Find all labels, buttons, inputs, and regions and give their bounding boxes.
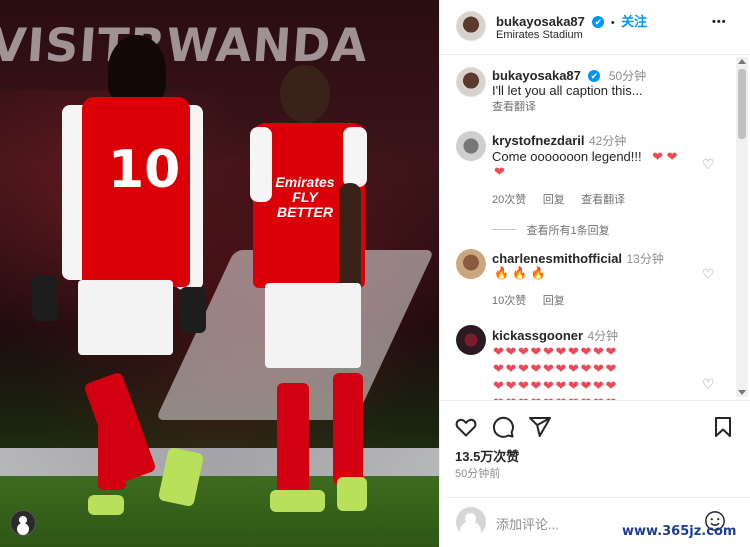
- comment-username[interactable]: krystofnezdaril: [492, 133, 584, 148]
- heart-emoji: ❤: [494, 164, 505, 179]
- player-hair: [108, 35, 166, 105]
- replies-line: [492, 229, 516, 231]
- scroll-up-icon[interactable]: [738, 59, 746, 64]
- comments-list[interactable]: bukayosaka87 ✔ 50分钟 I'll let you all cap…: [440, 55, 750, 400]
- user-tag-icon[interactable]: [10, 510, 36, 536]
- add-comment-bar: 添加评论...: [440, 497, 750, 547]
- player-7: Emirates FLY BETTER: [245, 65, 375, 520]
- view-replies[interactable]: 查看所有1条回复: [492, 221, 610, 239]
- hearts-row: ❤ ❤ ❤ ❤ ❤ ❤ ❤ ❤ ❤ ❤: [493, 378, 616, 393]
- player-sock: [333, 373, 363, 485]
- post-photo[interactable]: VISITRWANDA 10 Emirates FLY BETTER: [0, 0, 439, 547]
- comment-time: 4分钟: [587, 329, 619, 343]
- caption-avatar[interactable]: [456, 67, 486, 97]
- comment-likes[interactable]: 10次赞: [492, 295, 526, 307]
- fire-emoji: 🔥 🔥 🔥: [494, 266, 546, 280]
- watermark: www.365jz.com: [622, 524, 737, 539]
- player-boot: [88, 495, 124, 515]
- player-boot: [337, 477, 367, 511]
- comment-username[interactable]: kickassgooner: [492, 328, 583, 343]
- like-count[interactable]: 13.5万次赞: [455, 446, 519, 465]
- hearts-row: ❤ ❤ ❤ ❤ ❤ ❤ ❤ ❤ ❤ ❤: [493, 361, 616, 376]
- player-head: [280, 65, 330, 123]
- player-boot: [157, 446, 205, 508]
- player-10: 10: [32, 35, 215, 525]
- player-sock: [277, 383, 309, 493]
- comment-avatar[interactable]: [456, 131, 486, 161]
- heart-emoji: ❤ ❤: [652, 149, 678, 164]
- player-sleeve: [343, 127, 367, 187]
- save-icon[interactable]: [711, 415, 735, 439]
- shirt-number: 10: [108, 140, 181, 200]
- like-icon[interactable]: [454, 415, 478, 439]
- player-boot: [270, 490, 325, 512]
- caption-text: I'll let you all caption this...: [492, 83, 643, 98]
- scroll-down-icon[interactable]: [738, 390, 746, 395]
- player-shorts: [78, 280, 173, 355]
- reply-button[interactable]: 回复: [543, 194, 565, 206]
- player-shorts: [265, 283, 361, 368]
- verified-badge-icon: ✔: [592, 15, 605, 28]
- comment-input[interactable]: 添加评论...: [496, 514, 559, 533]
- separator-dot: •: [610, 17, 615, 29]
- caption-username[interactable]: bukayosaka87: [492, 68, 581, 83]
- comment-text: Come ooooooon legend!!!: [492, 149, 642, 164]
- author-username[interactable]: bukayosaka87: [496, 14, 585, 29]
- hearts-row: ❤ ❤ ❤ ❤ ❤ ❤ ❤ ❤ ❤ ❤: [493, 344, 616, 359]
- follow-button[interactable]: 关注: [621, 14, 647, 29]
- caption-time: 50分钟: [608, 69, 647, 83]
- hearts-block: ❤ ❤ ❤ ❤ ❤ ❤ ❤ ❤ ❤ ❤ ❤ ❤ ❤ ❤ ❤ ❤ ❤ ❤ ❤ ❤ …: [493, 343, 616, 400]
- post-side-panel: bukayosaka87 ✔ • 关注 Emirates Stadium •••…: [439, 0, 750, 547]
- comment-body: Come ooooooon legend!!! ❤ ❤: [492, 148, 692, 166]
- comment-avatar[interactable]: [456, 249, 486, 279]
- comment-translate-link[interactable]: 查看翻译: [581, 194, 625, 206]
- comment-icon[interactable]: [491, 415, 515, 439]
- reply-button[interactable]: 回复: [543, 295, 565, 307]
- comment-username[interactable]: charlenesmithofficial: [492, 251, 622, 266]
- comment-like-icon[interactable]: ♡: [702, 157, 716, 171]
- player-glove: [32, 275, 58, 321]
- player-sock: [98, 410, 126, 490]
- comment-meta: 20次赞 回复 查看翻译: [492, 190, 625, 208]
- shirt-sponsor: Emirates FLY BETTER: [275, 174, 335, 220]
- author-line: bukayosaka87 ✔ • 关注: [496, 11, 647, 31]
- comments-scrollbar[interactable]: [736, 57, 748, 397]
- scroll-thumb[interactable]: [738, 69, 746, 139]
- post-header: bukayosaka87 ✔ • 关注 Emirates Stadium •••: [440, 0, 750, 55]
- post-time: 50分钟前: [455, 468, 501, 480]
- location-link[interactable]: Emirates Stadium: [496, 29, 583, 41]
- verified-badge-icon: ✔: [588, 69, 601, 82]
- view-replies-label[interactable]: 查看所有1条回复: [526, 225, 609, 237]
- comment-like-icon[interactable]: ♡: [702, 267, 716, 281]
- comment-like-icon[interactable]: ♡: [702, 377, 716, 391]
- share-icon[interactable]: [528, 415, 552, 439]
- comment-time: 42分钟: [588, 134, 627, 148]
- author-avatar[interactable]: [456, 11, 486, 41]
- comment-meta: 10次赞 回复: [492, 291, 565, 309]
- comment-avatar[interactable]: [456, 325, 486, 355]
- current-user-avatar: [456, 507, 486, 537]
- comment-time: 13分钟: [626, 252, 664, 266]
- player-glove: [180, 287, 206, 333]
- player-arm: [339, 183, 361, 293]
- caption-translate-link[interactable]: 查看翻译: [492, 98, 536, 114]
- comment-likes[interactable]: 20次赞: [492, 194, 526, 206]
- more-options-icon[interactable]: •••: [712, 16, 727, 28]
